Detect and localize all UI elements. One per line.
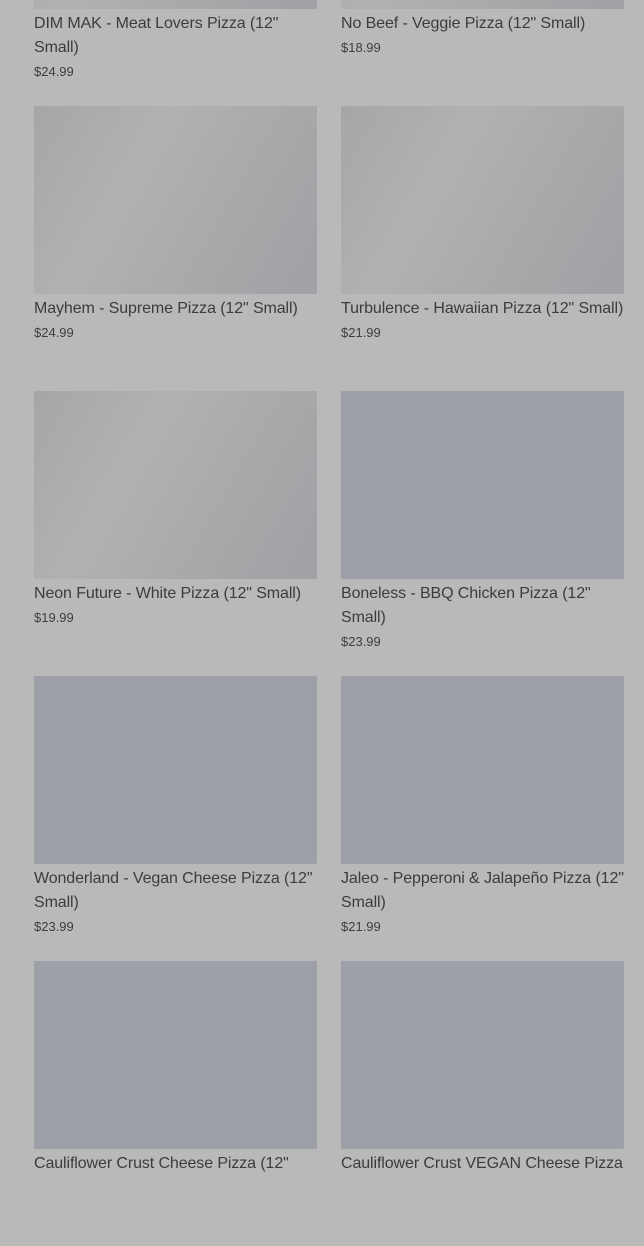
product-price: $24.99: [34, 325, 74, 340]
product-card[interactable]: Cauliflower Crust Cheese Pizza (12": [34, 961, 317, 1246]
product-grid: DIM MAK - Meat Lovers Pizza (12" Small) …: [34, 0, 624, 1246]
product-price: $19.99: [34, 610, 74, 625]
product-name[interactable]: DIM MAK - Meat Lovers Pizza (12" Small): [34, 12, 317, 60]
product-price: $23.99: [34, 919, 74, 934]
product-card[interactable]: Cauliflower Crust VEGAN Cheese Pizza: [341, 961, 624, 1246]
product-card[interactable]: Wonderland - Vegan Cheese Pizza (12" Sma…: [34, 676, 317, 961]
product-price: $23.99: [341, 634, 381, 649]
product-name[interactable]: Boneless - BBQ Chicken Pizza (12" Small): [341, 582, 624, 630]
product-image-placeholder[interactable]: [341, 676, 624, 864]
product-price: $21.99: [341, 919, 381, 934]
product-card[interactable]: Neon Future - White Pizza (12" Small) $1…: [34, 391, 317, 676]
product-price: $24.99: [34, 64, 74, 79]
product-image[interactable]: [341, 106, 624, 294]
product-name[interactable]: Cauliflower Crust Cheese Pizza (12": [34, 1152, 317, 1176]
product-image[interactable]: [34, 0, 317, 9]
product-card[interactable]: Turbulence - Hawaiian Pizza (12" Small) …: [341, 106, 624, 391]
product-name[interactable]: No Beef - Veggie Pizza (12" Small): [341, 12, 624, 36]
product-name[interactable]: Wonderland - Vegan Cheese Pizza (12" Sma…: [34, 867, 317, 915]
product-card[interactable]: Mayhem - Supreme Pizza (12" Small) $24.9…: [34, 106, 317, 391]
product-card[interactable]: DIM MAK - Meat Lovers Pizza (12" Small) …: [34, 0, 317, 106]
product-card[interactable]: Boneless - BBQ Chicken Pizza (12" Small)…: [341, 391, 624, 676]
product-name[interactable]: Jaleo - Pepperoni & Jalapeño Pizza (12" …: [341, 867, 624, 915]
product-name[interactable]: Mayhem - Supreme Pizza (12" Small): [34, 297, 317, 321]
product-image-placeholder[interactable]: [341, 961, 624, 1149]
product-price: $18.99: [341, 40, 381, 55]
product-image-placeholder[interactable]: [341, 391, 624, 579]
product-image-placeholder[interactable]: [34, 961, 317, 1149]
product-name[interactable]: Turbulence - Hawaiian Pizza (12" Small): [341, 297, 624, 321]
product-name[interactable]: Neon Future - White Pizza (12" Small): [34, 582, 317, 606]
product-image[interactable]: [34, 391, 317, 579]
product-card[interactable]: No Beef - Veggie Pizza (12" Small) $18.9…: [341, 0, 624, 106]
product-image-placeholder[interactable]: [34, 676, 317, 864]
product-name[interactable]: Cauliflower Crust VEGAN Cheese Pizza: [341, 1152, 624, 1176]
product-card[interactable]: Jaleo - Pepperoni & Jalapeño Pizza (12" …: [341, 676, 624, 961]
product-image[interactable]: [34, 106, 317, 294]
product-price: $21.99: [341, 325, 381, 340]
product-image[interactable]: [341, 0, 624, 9]
